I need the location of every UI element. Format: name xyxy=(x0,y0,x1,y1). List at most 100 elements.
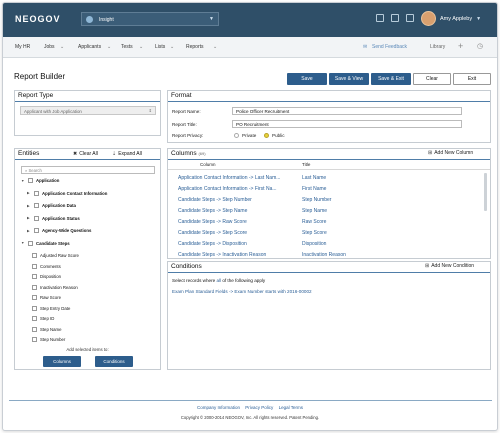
entity-tree-item[interactable]: Comments xyxy=(32,263,61,269)
condition-value[interactable]: 2016-00002 xyxy=(287,289,312,294)
nav-my-hr[interactable]: My HR xyxy=(15,44,30,50)
entity-tree-item[interactable]: ▶ Application Contact Information xyxy=(27,190,107,196)
column-title[interactable]: Step Number xyxy=(302,197,331,203)
column-row[interactable]: Candidate Steps -> Step Name Step Name xyxy=(168,206,490,217)
condition-operator[interactable]: starts with xyxy=(265,289,286,294)
column-row[interactable]: Candidate Steps -> Inactivation Reason In… xyxy=(168,250,490,261)
column-source[interactable]: Candidate Steps -> Disposition xyxy=(178,241,247,247)
nav-library[interactable]: Library xyxy=(430,44,445,50)
column-row[interactable]: Application Contact Information -> Last … xyxy=(168,173,490,184)
entity-tree-item[interactable]: Adjusted Raw Score xyxy=(32,253,79,258)
history-icon[interactable]: ◷ xyxy=(477,42,483,50)
entity-checkbox[interactable] xyxy=(32,253,37,258)
condition-rule[interactable]: Exam Plan Standard Fields -> Exam Number… xyxy=(172,289,312,294)
entities-search-input[interactable]: ⌕ Search xyxy=(21,166,155,174)
report-type-select[interactable]: Applicant with Job Application ⇕ xyxy=(20,106,156,115)
nav-reports[interactable]: Reports xyxy=(186,44,204,50)
entity-checkbox[interactable] xyxy=(34,228,39,233)
collapsed-caret-icon[interactable]: ▶ xyxy=(27,191,33,195)
column-title[interactable]: Step Score xyxy=(302,230,327,236)
nav-applicants[interactable]: Applicants xyxy=(78,44,101,50)
entity-checkbox[interactable] xyxy=(32,284,37,290)
entity-checkbox[interactable] xyxy=(32,263,37,269)
column-row[interactable]: Candidate Steps -> Disposition Dispositio… xyxy=(168,239,490,250)
column-row[interactable]: Candidate Steps -> Raw Score Raw Score xyxy=(168,217,490,228)
entity-checkbox[interactable] xyxy=(32,305,37,311)
entity-tree-item[interactable]: ▶ Application Data xyxy=(27,203,76,208)
report-name-input[interactable]: Police Officer Recruitment xyxy=(232,107,462,115)
match-mode-link[interactable]: all xyxy=(216,278,221,283)
footer-link-privacy[interactable]: Privacy Policy xyxy=(245,405,273,410)
collapsed-caret-icon[interactable]: ▶ xyxy=(27,204,33,208)
column-source[interactable]: Candidate Steps -> Step Name xyxy=(178,208,247,214)
footer-link-legal[interactable]: Legal Terms xyxy=(279,405,303,410)
add-to-conditions-button[interactable]: Conditions xyxy=(95,356,133,367)
grid-icon[interactable] xyxy=(376,14,384,22)
expanded-caret-icon[interactable]: ▼ xyxy=(21,179,27,183)
columns-scrollbar[interactable] xyxy=(484,173,487,211)
entity-tree-item[interactable]: ▼ Candidate Steps xyxy=(21,240,70,246)
entity-tree-item[interactable]: Step Number xyxy=(32,337,65,342)
entity-tree-item[interactable]: Step Name xyxy=(32,326,62,332)
inbox-icon[interactable] xyxy=(406,14,414,22)
nav-tests[interactable]: Tests xyxy=(121,44,133,50)
app-selector[interactable]: Insight ▼ xyxy=(81,12,219,26)
add-to-columns-button[interactable]: Columns xyxy=(43,356,81,367)
entity-checkbox[interactable] xyxy=(32,326,37,332)
neogov-logo[interactable]: NEOGOV xyxy=(15,14,61,24)
column-source[interactable]: Candidate Steps -> Step Score xyxy=(178,230,247,236)
column-title[interactable]: Last Name xyxy=(302,175,326,181)
privacy-private-radio[interactable] xyxy=(234,133,239,138)
nav-lists[interactable]: Lists xyxy=(155,44,165,50)
exit-button[interactable]: Exit xyxy=(453,73,491,85)
column-row[interactable]: Application Contact Information -> First… xyxy=(168,184,490,195)
user-menu[interactable]: Amy Appleby ▼ xyxy=(421,11,481,26)
entity-checkbox[interactable] xyxy=(28,178,33,183)
report-title-input[interactable]: PO Recruitment xyxy=(232,120,462,128)
entity-checkbox[interactable] xyxy=(32,274,37,279)
entity-checkbox[interactable] xyxy=(34,215,39,221)
entity-tree-item[interactable]: Raw Score xyxy=(32,295,61,300)
column-title[interactable]: First Name xyxy=(302,186,326,192)
entity-tree-item[interactable]: Step ID xyxy=(32,316,54,321)
add-new-condition-button[interactable]: ⊞ Add New Condition xyxy=(425,263,474,269)
entity-checkbox[interactable] xyxy=(34,190,39,196)
entity-checkbox[interactable] xyxy=(32,316,37,321)
expanded-caret-icon[interactable]: ▼ xyxy=(21,241,27,245)
clear-all-button[interactable]: ✖ Clear All xyxy=(73,151,98,157)
column-source[interactable]: Application Contact Information -> First… xyxy=(178,186,277,192)
column-title[interactable]: Inactivation Reason xyxy=(302,252,346,258)
footer-link-company[interactable]: Company Information xyxy=(197,405,240,410)
entity-checkbox[interactable] xyxy=(32,337,37,342)
column-row[interactable]: Candidate Steps -> Step Score Step Score xyxy=(168,228,490,239)
entity-checkbox[interactable] xyxy=(34,203,39,208)
entity-checkbox[interactable] xyxy=(32,295,37,300)
entity-tree-item[interactable]: ▼ Application xyxy=(21,178,59,183)
column-source[interactable]: Candidate Steps -> Inactivation Reason xyxy=(178,252,266,258)
entity-checkbox[interactable] xyxy=(28,240,33,246)
entity-tree-item[interactable]: Inactivation Reason xyxy=(32,284,78,290)
save-exit-button[interactable]: Save & Exit xyxy=(371,73,411,85)
plus-icon[interactable]: + xyxy=(458,41,463,51)
column-source[interactable]: Candidate Steps -> Step Number xyxy=(178,197,252,203)
expand-all-button[interactable]: ⇣ Expand All xyxy=(112,151,142,157)
entity-tree-item[interactable]: ▶ Agency-Wide Questions xyxy=(27,228,91,233)
column-source[interactable]: Application Contact Information -> Last … xyxy=(178,175,280,181)
entity-tree-item[interactable]: Step Entry Date xyxy=(32,305,70,311)
column-title[interactable]: Disposition xyxy=(302,241,326,247)
save-button[interactable]: Save xyxy=(287,73,327,85)
entity-tree-item[interactable]: ▶ Application Status xyxy=(27,215,80,221)
save-view-button[interactable]: Save & View xyxy=(329,73,369,85)
condition-field[interactable]: Exam Plan Standard Fields -> Exam Number xyxy=(172,289,264,294)
column-row[interactable]: Candidate Steps -> Step Number Step Numbe… xyxy=(168,195,490,206)
column-source[interactable]: Candidate Steps -> Raw Score xyxy=(178,219,247,225)
column-title[interactable]: Raw Score xyxy=(302,219,326,225)
send-feedback-link[interactable]: Send Feedback xyxy=(372,44,407,50)
collapsed-caret-icon[interactable]: ▶ xyxy=(27,229,33,233)
add-new-column-button[interactable]: ⊞ Add New Column xyxy=(428,150,473,156)
clear-button[interactable]: Clear xyxy=(413,73,451,85)
calendar-icon[interactable] xyxy=(391,14,399,22)
collapsed-caret-icon[interactable]: ▶ xyxy=(27,216,33,220)
column-title[interactable]: Step Name xyxy=(302,208,327,214)
privacy-public-radio[interactable] xyxy=(264,133,269,138)
